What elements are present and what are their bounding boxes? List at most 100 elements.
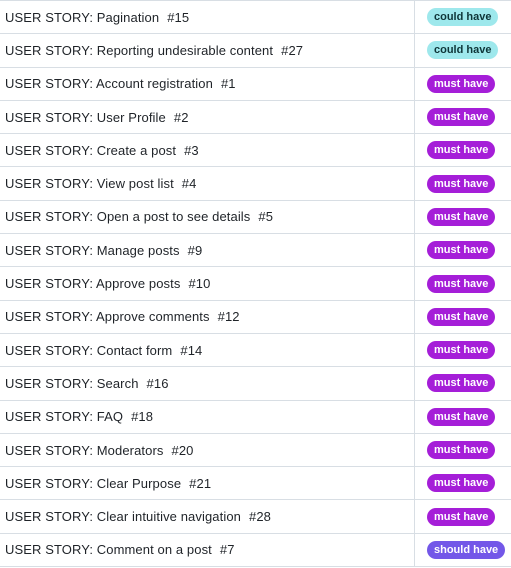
- issue-title-cell[interactable]: USER STORY: Reporting undesirable conten…: [0, 34, 414, 66]
- issue-title-cell[interactable]: USER STORY: Open a post to see details #…: [0, 201, 414, 233]
- issue-title[interactable]: USER STORY: Pagination: [5, 10, 159, 25]
- issue-number[interactable]: #14: [180, 343, 202, 358]
- issue-title[interactable]: USER STORY: User Profile: [5, 110, 166, 125]
- table-row: USER STORY: Pagination #15 could have: [0, 1, 511, 35]
- label-badge[interactable]: must have: [427, 474, 496, 493]
- issue-title-cell[interactable]: USER STORY: Create a post #3: [0, 134, 414, 166]
- issue-title-cell[interactable]: USER STORY: Contact form #14: [0, 334, 414, 366]
- issue-title[interactable]: USER STORY: Open a post to see details: [5, 209, 250, 224]
- issue-title[interactable]: USER STORY: View post list: [5, 176, 174, 191]
- issue-title[interactable]: USER STORY: FAQ: [5, 409, 123, 424]
- table-row: USER STORY: FAQ #18 must have: [0, 400, 511, 434]
- issue-number[interactable]: #18: [131, 409, 153, 424]
- table-row: USER STORY: User Profile #2 must have: [0, 100, 511, 135]
- label-badge[interactable]: must have: [427, 174, 496, 193]
- label-badge[interactable]: could have: [427, 41, 499, 60]
- label-badge[interactable]: must have: [427, 441, 496, 459]
- table-row: USER STORY: Approve comments #12 must ha…: [0, 300, 511, 334]
- issue-title-cell[interactable]: USER STORY: Moderators #20: [0, 434, 414, 466]
- issue-title[interactable]: USER STORY: Reporting undesirable conten…: [5, 43, 273, 58]
- table-row: USER STORY: Moderators #20 must have: [0, 433, 511, 468]
- label-cell: must have: [414, 167, 511, 200]
- label-cell: must have: [414, 367, 511, 400]
- label-cell: must have: [414, 333, 511, 367]
- table-row: USER STORY: View post list #4 must have: [0, 167, 511, 201]
- table-row: USER STORY: Create a post #3 must have: [0, 134, 511, 168]
- table-row: USER STORY: Clear intuitive navigation #…: [0, 500, 511, 534]
- issue-title-cell[interactable]: USER STORY: Search #16: [0, 367, 414, 399]
- label-cell: must have: [414, 100, 511, 134]
- issue-number[interactable]: #9: [188, 243, 203, 258]
- issue-number[interactable]: #21: [189, 476, 211, 491]
- issue-title[interactable]: USER STORY: Approve comments: [5, 309, 210, 324]
- label-cell: must have: [414, 134, 511, 167]
- issue-title-cell[interactable]: USER STORY: Comment on a post #7: [0, 534, 414, 566]
- issue-number[interactable]: #28: [249, 509, 271, 524]
- label-badge[interactable]: must have: [427, 341, 496, 360]
- issue-title[interactable]: USER STORY: Account registration: [5, 76, 213, 91]
- issue-title-cell[interactable]: USER STORY: Approve comments #12: [0, 301, 414, 333]
- issue-title[interactable]: USER STORY: Contact form: [5, 343, 172, 358]
- label-badge[interactable]: should have: [427, 540, 506, 559]
- label-badge[interactable]: must have: [427, 74, 496, 93]
- table-row: USER STORY: Open a post to see details #…: [0, 200, 511, 235]
- label-badge[interactable]: must have: [427, 407, 496, 426]
- label-badge[interactable]: must have: [427, 241, 496, 260]
- label-badge[interactable]: must have: [427, 207, 496, 226]
- table-row: USER STORY: Approve posts #10 must have: [0, 267, 511, 301]
- issue-number[interactable]: #16: [147, 376, 169, 391]
- table-row: USER STORY: Contact form #14 must have: [0, 333, 511, 368]
- label-cell: must have: [414, 400, 511, 433]
- label-cell: should have: [414, 533, 511, 567]
- issue-number[interactable]: #12: [218, 309, 240, 324]
- issue-number[interactable]: #15: [167, 10, 189, 25]
- label-badge[interactable]: must have: [427, 374, 496, 393]
- issue-number[interactable]: #20: [172, 443, 194, 458]
- issue-title[interactable]: USER STORY: Manage posts: [5, 243, 180, 258]
- issue-title[interactable]: USER STORY: Clear Purpose: [5, 476, 181, 491]
- table-row: USER STORY: Reporting undesirable conten…: [0, 34, 511, 68]
- issue-title-cell[interactable]: USER STORY: Clear Purpose #21: [0, 467, 414, 499]
- issue-number[interactable]: #7: [220, 542, 235, 557]
- label-cell: must have: [414, 500, 511, 533]
- issue-number[interactable]: #4: [182, 176, 197, 191]
- issue-title-cell[interactable]: USER STORY: FAQ #18: [0, 401, 414, 433]
- table-row: USER STORY: Manage posts #9 must have: [0, 234, 511, 268]
- table-row: USER STORY: Account registration #1 must…: [0, 67, 511, 101]
- issue-title[interactable]: USER STORY: Clear intuitive navigation: [5, 509, 241, 524]
- label-cell: must have: [414, 300, 511, 333]
- issue-title[interactable]: USER STORY: Comment on a post: [5, 542, 212, 557]
- issue-number[interactable]: #5: [258, 209, 273, 224]
- issue-title-cell[interactable]: USER STORY: Pagination #15: [0, 1, 414, 33]
- label-badge[interactable]: must have: [427, 307, 496, 326]
- label-cell: must have: [414, 200, 511, 234]
- table-row: USER STORY: Search #16 must have: [0, 367, 511, 401]
- issue-title[interactable]: USER STORY: Moderators: [5, 443, 164, 458]
- label-cell: must have: [414, 267, 511, 300]
- issue-number[interactable]: #3: [184, 143, 199, 158]
- table-row: USER STORY: Clear Purpose #21 must have: [0, 467, 511, 501]
- issue-title-cell[interactable]: USER STORY: View post list #4: [0, 167, 414, 199]
- issue-title-cell[interactable]: USER STORY: Approve posts #10: [0, 267, 414, 299]
- issue-title-cell[interactable]: USER STORY: User Profile #2: [0, 101, 414, 133]
- issue-number[interactable]: #2: [174, 110, 189, 125]
- issue-number[interactable]: #10: [188, 276, 210, 291]
- label-cell: could have: [414, 1, 511, 34]
- table-row: USER STORY: Comment on a post #7 should …: [0, 533, 511, 568]
- label-cell: must have: [414, 234, 511, 267]
- issue-title[interactable]: USER STORY: Search: [5, 376, 139, 391]
- label-badge[interactable]: must have: [427, 141, 496, 160]
- issue-number[interactable]: #27: [281, 43, 303, 58]
- issue-title[interactable]: USER STORY: Create a post: [5, 143, 176, 158]
- label-cell: must have: [414, 67, 511, 100]
- label-badge[interactable]: could have: [427, 8, 499, 27]
- issue-table: USER STORY: Pagination #15 could have US…: [0, 0, 511, 568]
- label-badge[interactable]: must have: [427, 507, 496, 526]
- label-badge[interactable]: must have: [427, 108, 496, 127]
- label-badge[interactable]: must have: [427, 274, 496, 293]
- issue-title[interactable]: USER STORY: Approve posts: [5, 276, 180, 291]
- issue-number[interactable]: #1: [221, 76, 236, 91]
- issue-title-cell[interactable]: USER STORY: Clear intuitive navigation #…: [0, 500, 414, 532]
- issue-title-cell[interactable]: USER STORY: Manage posts #9: [0, 234, 414, 266]
- issue-title-cell[interactable]: USER STORY: Account registration #1: [0, 68, 414, 100]
